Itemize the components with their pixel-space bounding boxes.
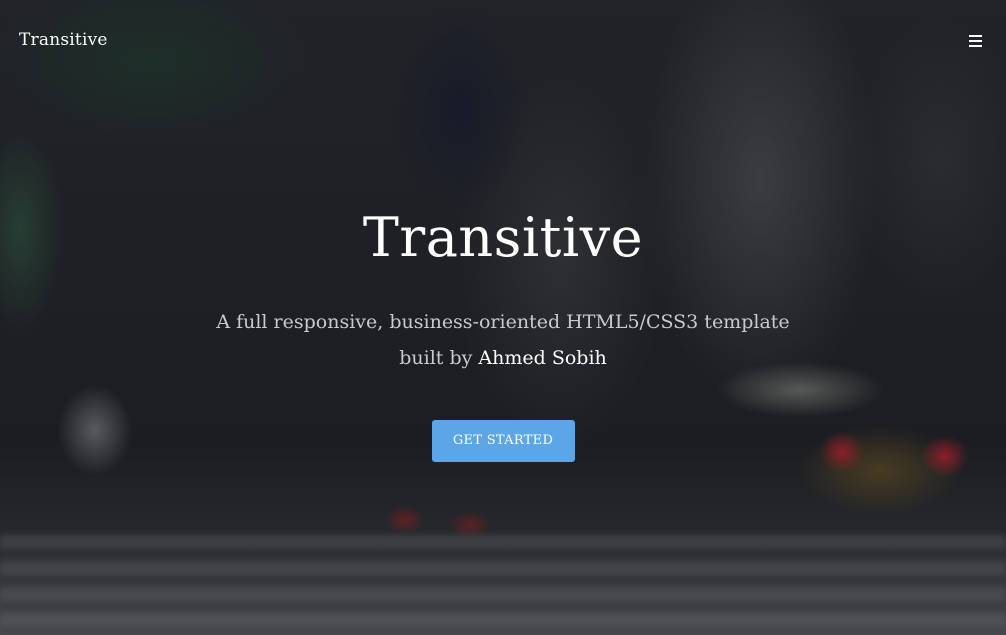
hero-section: Transitive Transitive A full responsive,… [0, 0, 1006, 635]
menu-bar [969, 35, 982, 37]
get-started-button[interactable]: GET STARTED [431, 420, 575, 462]
navbar: Transitive [0, 0, 1006, 82]
hamburger-menu-icon[interactable] [969, 35, 982, 47]
hero-title: Transitive [362, 206, 644, 269]
author-name: Ahmed Sobih [478, 347, 607, 369]
brand-logo[interactable]: Transitive [19, 30, 108, 50]
menu-bar [969, 40, 982, 42]
hero-subtitle: A full responsive, business-oriented HTM… [193, 304, 813, 376]
subtitle-line-1: A full responsive, business-oriented HTM… [216, 311, 790, 333]
subtitle-line-2-prefix: built by [399, 347, 479, 369]
menu-bar [969, 45, 982, 47]
hero-content: Transitive A full responsive, business-o… [0, 198, 1006, 462]
